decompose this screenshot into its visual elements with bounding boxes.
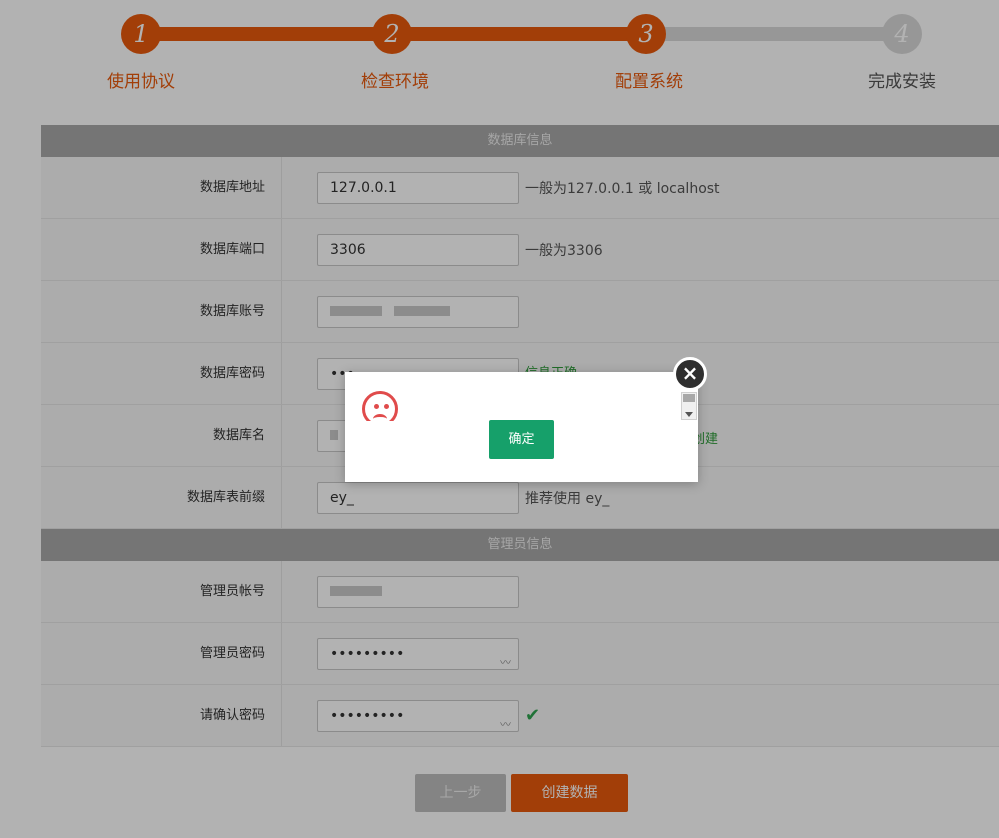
scrollbar-thumb[interactable] xyxy=(683,394,695,402)
sad-face-eye xyxy=(384,404,389,409)
icon-clip xyxy=(360,421,404,435)
confirm-ok-button[interactable]: 确定 xyxy=(489,420,554,459)
scroll-down-icon[interactable] xyxy=(685,412,693,417)
sad-face-eye xyxy=(374,404,379,409)
dialog-scrollbar[interactable] xyxy=(681,392,697,420)
close-icon[interactable]: × xyxy=(673,357,707,391)
alert-dialog: 确定 xyxy=(345,372,698,482)
